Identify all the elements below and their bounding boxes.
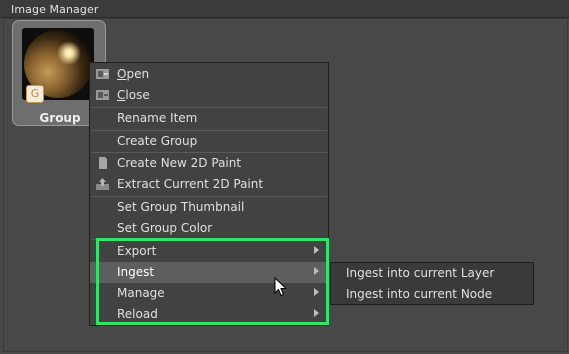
menu-item-label: Extract Current 2D Paint [117,177,264,191]
menu-item-ingest[interactable]: Ingest [90,262,328,283]
menu-item-extract-current-2d-paint[interactable]: Extract Current 2D Paint [90,174,328,195]
menu-item-export[interactable]: Export [90,241,328,262]
menu-item-label: Set Group Thumbnail [117,200,245,214]
submenu-item-label: Ingest into current Node [346,287,493,301]
ingest-submenu: Ingest into current Layer Ingest into cu… [330,262,534,305]
menu-item-rename-item[interactable]: Rename Item [90,108,328,129]
menu-item-set-group-thumbnail[interactable]: Set Group Thumbnail [90,197,328,218]
panel-header: Image Manager [0,0,569,18]
menu-item-label: Export [117,244,157,258]
menu-item-label: Manage [117,286,165,300]
menu-item-manage[interactable]: Manage [90,283,328,304]
open-icon [96,69,109,79]
extract-icon [96,178,109,190]
menu-item-label: Rename Item [117,111,198,125]
submenu-item-ingest-into-current-layer[interactable]: Ingest into current Layer [331,263,533,284]
menu-item-create-new-2d-paint[interactable]: Create New 2D Paint [90,153,328,174]
mouse-cursor-icon [274,277,287,297]
menu-item-label: Create New 2D Paint [117,156,242,170]
menu-item-reload[interactable]: Reload [90,304,328,325]
submenu-arrow-icon [314,246,319,254]
menu-separator [91,239,327,240]
context-menu: Open Close Rename Item Create Group Crea… [89,62,329,326]
menu-item-set-group-color[interactable]: Set Group Color [90,218,328,239]
menu-item-label: Ingest [117,265,155,279]
close-icon [96,90,109,100]
panel-title: Image Manager [11,3,99,16]
menu-item-label: Reload [117,307,158,321]
menu-item-label: Open [117,67,150,81]
submenu-item-ingest-into-current-node[interactable]: Ingest into current Node [331,284,533,305]
menu-item-create-group[interactable]: Create Group [90,131,328,152]
submenu-item-label: Ingest into current Layer [346,266,495,280]
submenu-arrow-icon [314,267,319,275]
menu-item-label: Set Group Color [117,221,213,235]
menu-item-close[interactable]: Close [90,85,328,106]
submenu-arrow-icon [314,309,319,317]
submenu-arrow-icon [314,288,319,296]
menu-item-label: Create Group [117,134,198,148]
group-badge-icon: G [26,85,44,103]
menu-item-open[interactable]: Open [90,64,328,85]
document-icon [99,157,107,169]
menu-item-label: Close [117,88,150,102]
